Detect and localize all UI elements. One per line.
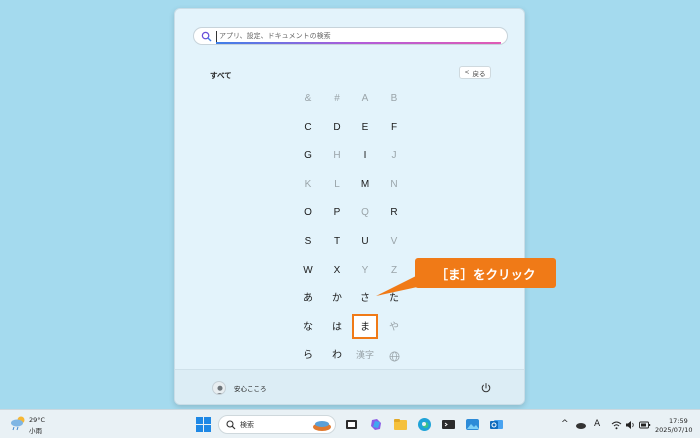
edge-icon[interactable] xyxy=(417,417,432,432)
letter-index-item[interactable]: X xyxy=(326,262,348,280)
letter-index-item[interactable]: ら xyxy=(297,347,319,365)
letter-index-item[interactable]: G xyxy=(297,147,319,165)
copilot-icon[interactable] xyxy=(369,417,384,432)
task-view-icon[interactable] xyxy=(344,417,359,432)
callout-label: ［ま］をクリック xyxy=(415,258,556,288)
power-icon[interactable] xyxy=(480,382,492,394)
user-name[interactable]: 安心こころ xyxy=(234,383,267,393)
letter-index-item: # xyxy=(334,93,340,104)
letter-index-item: B xyxy=(390,93,398,104)
windows-start-icon[interactable] xyxy=(196,417,211,432)
volume-icon[interactable] xyxy=(625,420,636,430)
search-highlight-icon xyxy=(313,421,331,431)
letter-index-item: 漢字 xyxy=(355,351,374,362)
letter-index-item[interactable]: F xyxy=(383,119,405,137)
letter-index-item[interactable]: は xyxy=(326,319,348,337)
weather-desc[interactable]: 小雨 xyxy=(29,425,42,435)
letter-index-item[interactable]: O xyxy=(297,204,319,222)
taskbar-search[interactable]: 検索 xyxy=(218,415,336,434)
weather-rain-icon[interactable] xyxy=(9,415,27,431)
letter-index-item[interactable]: C xyxy=(297,119,319,137)
letter-index-item[interactable]: S xyxy=(297,233,319,251)
letter-index-item: J xyxy=(391,150,397,162)
taskbar-search-label: 検索 xyxy=(240,421,254,429)
letter-index-item[interactable]: I xyxy=(354,147,376,165)
clock-time[interactable]: 17:59 xyxy=(669,417,688,425)
letter-index-item: N xyxy=(390,178,398,190)
search-icon xyxy=(226,420,236,430)
battery-icon[interactable] xyxy=(639,420,651,430)
letter-index-item[interactable]: さ xyxy=(354,290,376,308)
letter-grid: & # A B C D E F G H I J K L M N O P Q R S T U V W X Y Z あかさたなはまやらわ漢字 xyxy=(175,9,526,389)
globe-icon xyxy=(383,347,405,365)
letter-index-item: Q xyxy=(361,207,369,219)
letter-index-item[interactable]: な xyxy=(297,319,319,337)
letter-index-item[interactable]: R xyxy=(383,204,405,222)
onedrive-cloud-icon[interactable] xyxy=(575,420,587,430)
photos-icon[interactable] xyxy=(465,417,480,432)
clock-date[interactable]: 2025/07/10 xyxy=(655,426,692,434)
letter-index-item[interactable]: D xyxy=(326,119,348,137)
letter-index-item: & xyxy=(304,93,312,104)
wifi-icon[interactable] xyxy=(611,420,622,430)
letter-index-ma[interactable]: ま xyxy=(354,319,376,337)
letter-index-item[interactable]: P xyxy=(326,204,348,222)
letter-index-item: L xyxy=(334,178,340,190)
ime-mode-indicator[interactable]: A xyxy=(594,419,600,430)
weather-temp[interactable]: 29°C xyxy=(29,416,45,424)
user-icon xyxy=(216,385,224,394)
outlook-icon[interactable] xyxy=(489,417,504,432)
terminal-icon[interactable] xyxy=(441,417,456,432)
start-footer: 安心こころ xyxy=(175,369,524,404)
chevron-up-icon[interactable]: ^ xyxy=(561,419,569,430)
letter-index-item[interactable]: か xyxy=(326,290,348,308)
letter-index-item: H xyxy=(333,150,341,162)
avatar[interactable] xyxy=(212,381,226,395)
letter-index-item[interactable]: T xyxy=(326,233,348,251)
letter-index-item: Y xyxy=(361,264,369,276)
letter-index-item[interactable]: あ xyxy=(297,290,319,308)
letter-index-item[interactable]: W xyxy=(297,262,319,280)
letter-index-item: A xyxy=(361,93,369,104)
start-menu: すべて < 戻る &#ABCDEFGHIJKLMNOPQRSTUVWXYZあかさ… xyxy=(174,8,525,405)
taskbar: 29°C 小雨 検索 ^ A 17:59 2025/07/10 xyxy=(0,409,700,438)
letter-index-item: V xyxy=(390,236,398,247)
letter-index-item[interactable]: わ xyxy=(326,347,348,365)
letter-index-item: や xyxy=(389,321,399,333)
file-explorer-icon[interactable] xyxy=(393,417,408,432)
letter-index-item[interactable]: U xyxy=(354,233,376,251)
letter-index-item: K xyxy=(304,178,312,190)
letter-index-item[interactable]: M xyxy=(354,176,376,194)
letter-index-item[interactable]: E xyxy=(354,119,376,137)
